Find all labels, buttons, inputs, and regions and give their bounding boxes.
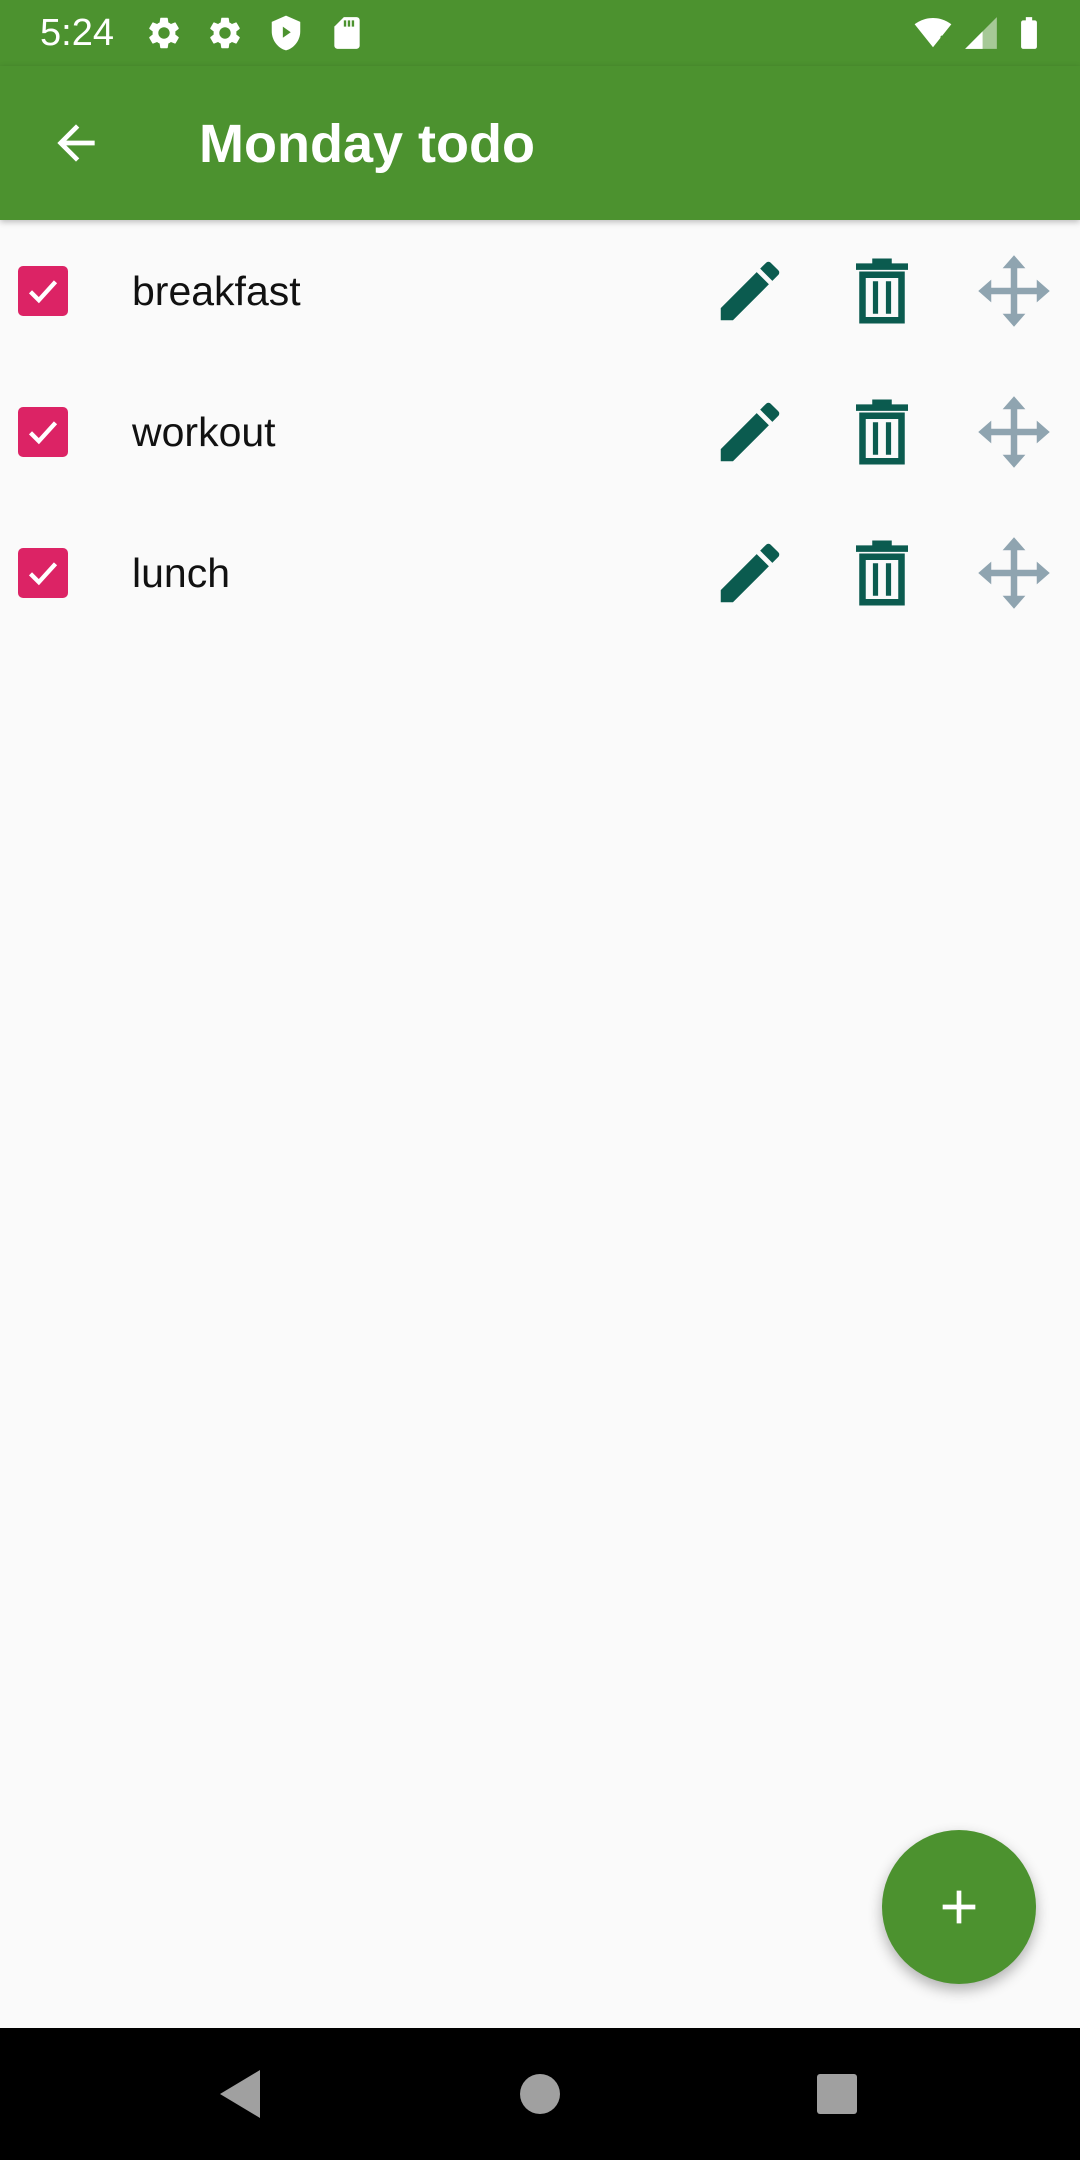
todo-row: lunch	[0, 502, 1080, 643]
todo-checkbox[interactable]	[18, 548, 68, 598]
pencil-icon	[720, 402, 780, 462]
pencil-icon	[720, 543, 780, 603]
trash-icon	[856, 399, 908, 465]
todo-label[interactable]: lunch	[132, 548, 230, 598]
wifi-icon	[914, 14, 952, 52]
edit-button[interactable]	[711, 534, 789, 612]
check-icon	[28, 562, 58, 586]
move-icon	[978, 537, 1050, 609]
battery-icon	[1010, 14, 1048, 52]
cell-signal-icon	[962, 14, 1000, 52]
nav-home-button[interactable]	[504, 2058, 576, 2130]
settings-icon	[206, 14, 244, 52]
system-nav-bar	[0, 2028, 1080, 2160]
trash-icon	[856, 540, 908, 606]
status-time: 5:24	[40, 12, 114, 54]
trash-icon	[856, 258, 908, 324]
nav-recents-button[interactable]	[801, 2058, 873, 2130]
todo-label[interactable]: breakfast	[132, 266, 301, 316]
app-bar: Monday todo	[0, 66, 1080, 220]
home-circle-icon	[520, 2074, 560, 2114]
move-handle[interactable]	[975, 252, 1053, 330]
check-icon	[28, 421, 58, 445]
todo-list: breakfast workout lunch	[0, 220, 1080, 643]
todo-checkbox[interactable]	[18, 266, 68, 316]
todo-row: workout	[0, 361, 1080, 502]
todo-checkbox[interactable]	[18, 407, 68, 457]
plus-icon	[942, 1890, 976, 1924]
edit-button[interactable]	[711, 252, 789, 330]
delete-button[interactable]	[843, 393, 921, 471]
move-handle[interactable]	[975, 393, 1053, 471]
todo-label[interactable]: workout	[132, 407, 276, 457]
check-icon	[28, 280, 58, 304]
shield-play-icon	[267, 14, 305, 52]
move-handle[interactable]	[975, 534, 1053, 612]
delete-button[interactable]	[843, 534, 921, 612]
delete-button[interactable]	[843, 252, 921, 330]
pencil-icon	[720, 261, 780, 321]
back-button[interactable]	[40, 111, 112, 175]
sd-card-icon	[328, 14, 366, 52]
arrow-back-icon	[57, 124, 95, 162]
settings-icon	[145, 14, 183, 52]
recents-square-icon	[817, 2074, 857, 2114]
page-title: Monday todo	[199, 114, 535, 174]
nav-back-button[interactable]	[204, 2058, 276, 2130]
add-todo-button[interactable]	[882, 1830, 1036, 1984]
edit-button[interactable]	[711, 393, 789, 471]
move-icon	[978, 396, 1050, 468]
todo-row: breakfast	[0, 220, 1080, 361]
back-triangle-icon	[220, 2070, 260, 2118]
move-icon	[978, 255, 1050, 327]
status-bar: 5:24	[0, 0, 1080, 66]
